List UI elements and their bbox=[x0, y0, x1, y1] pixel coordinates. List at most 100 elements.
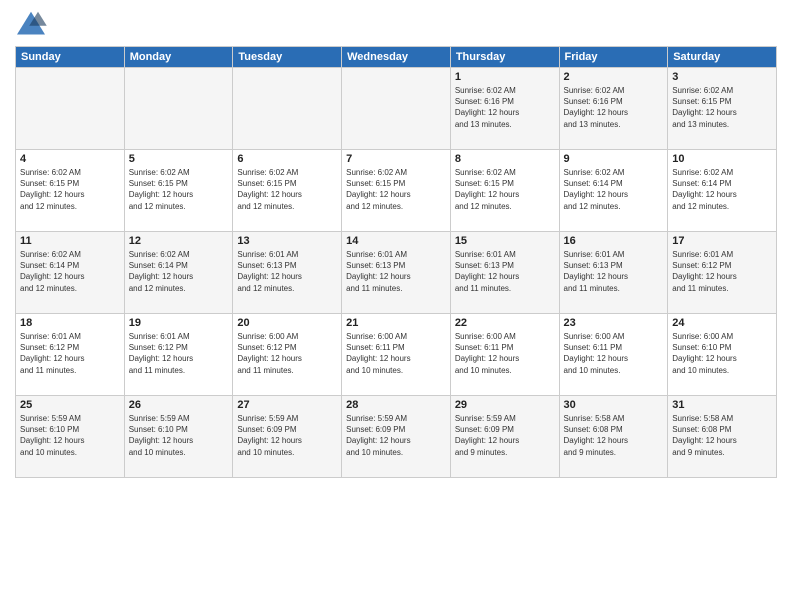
week-row-4: 25 Sunrise: 5:59 AM Sunset: 6:10 PM Dayli… bbox=[16, 396, 777, 478]
day-info: Sunrise: 6:02 AM Sunset: 6:15 PM Dayligh… bbox=[672, 85, 772, 130]
week-row-0: 1 Sunrise: 6:02 AM Sunset: 6:16 PM Daylig… bbox=[16, 68, 777, 150]
day-info: Sunrise: 5:59 AM Sunset: 6:09 PM Dayligh… bbox=[237, 413, 337, 458]
day-number: 28 bbox=[346, 399, 446, 411]
calendar-cell: 15 Sunrise: 6:01 AM Sunset: 6:13 PM Dayli… bbox=[450, 232, 559, 314]
day-info: Sunrise: 6:00 AM Sunset: 6:11 PM Dayligh… bbox=[346, 331, 446, 376]
calendar-cell: 29 Sunrise: 5:59 AM Sunset: 6:09 PM Dayli… bbox=[450, 396, 559, 478]
day-header-saturday: Saturday bbox=[668, 47, 777, 68]
calendar-cell: 26 Sunrise: 5:59 AM Sunset: 6:10 PM Dayli… bbox=[124, 396, 233, 478]
day-info: Sunrise: 6:00 AM Sunset: 6:11 PM Dayligh… bbox=[455, 331, 555, 376]
week-row-3: 18 Sunrise: 6:01 AM Sunset: 6:12 PM Dayli… bbox=[16, 314, 777, 396]
day-number: 22 bbox=[455, 317, 555, 329]
day-info: Sunrise: 6:01 AM Sunset: 6:13 PM Dayligh… bbox=[564, 249, 664, 294]
day-info: Sunrise: 6:01 AM Sunset: 6:12 PM Dayligh… bbox=[20, 331, 120, 376]
calendar-cell: 8 Sunrise: 6:02 AM Sunset: 6:15 PM Daylig… bbox=[450, 150, 559, 232]
day-number: 23 bbox=[564, 317, 664, 329]
day-header-wednesday: Wednesday bbox=[342, 47, 451, 68]
day-info: Sunrise: 6:02 AM Sunset: 6:14 PM Dayligh… bbox=[129, 249, 229, 294]
calendar-cell: 31Sunrise: 5:58 AM Sunset: 6:08 PM Dayli… bbox=[668, 396, 777, 478]
day-number: 10 bbox=[672, 153, 772, 165]
calendar-cell: 27 Sunrise: 5:59 AM Sunset: 6:09 PM Dayli… bbox=[233, 396, 342, 478]
day-number: 6 bbox=[237, 153, 337, 165]
calendar-cell: 30 Sunrise: 5:58 AM Sunset: 6:08 PM Dayli… bbox=[559, 396, 668, 478]
day-number: 15 bbox=[455, 235, 555, 247]
calendar-cell: 21 Sunrise: 6:00 AM Sunset: 6:11 PM Dayli… bbox=[342, 314, 451, 396]
calendar-cell: 24Sunrise: 6:00 AM Sunset: 6:10 PM Dayli… bbox=[668, 314, 777, 396]
calendar-cell: 25 Sunrise: 5:59 AM Sunset: 6:10 PM Dayli… bbox=[16, 396, 125, 478]
day-info: Sunrise: 6:02 AM Sunset: 6:14 PM Dayligh… bbox=[564, 167, 664, 212]
day-info: Sunrise: 6:02 AM Sunset: 6:16 PM Dayligh… bbox=[455, 85, 555, 130]
day-info: Sunrise: 6:01 AM Sunset: 6:13 PM Dayligh… bbox=[455, 249, 555, 294]
day-number: 18 bbox=[20, 317, 120, 329]
day-info: Sunrise: 6:02 AM Sunset: 6:15 PM Dayligh… bbox=[237, 167, 337, 212]
day-number: 8 bbox=[455, 153, 555, 165]
day-info: Sunrise: 5:59 AM Sunset: 6:09 PM Dayligh… bbox=[455, 413, 555, 458]
day-number: 2 bbox=[564, 71, 664, 83]
day-info: Sunrise: 6:01 AM Sunset: 6:12 PM Dayligh… bbox=[672, 249, 772, 294]
calendar-cell: 7 Sunrise: 6:02 AM Sunset: 6:15 PM Daylig… bbox=[342, 150, 451, 232]
day-info: Sunrise: 6:01 AM Sunset: 6:12 PM Dayligh… bbox=[129, 331, 229, 376]
page: SundayMondayTuesdayWednesdayThursdayFrid… bbox=[0, 0, 792, 488]
day-number: 24 bbox=[672, 317, 772, 329]
calendar-cell: 12 Sunrise: 6:02 AM Sunset: 6:14 PM Dayli… bbox=[124, 232, 233, 314]
calendar-cell: 2Sunrise: 6:02 AM Sunset: 6:16 PM Daylig… bbox=[559, 68, 668, 150]
day-info: Sunrise: 5:59 AM Sunset: 6:10 PM Dayligh… bbox=[20, 413, 120, 458]
calendar-cell bbox=[124, 68, 233, 150]
day-info: Sunrise: 6:02 AM Sunset: 6:15 PM Dayligh… bbox=[455, 167, 555, 212]
calendar-cell: 9 Sunrise: 6:02 AM Sunset: 6:14 PM Daylig… bbox=[559, 150, 668, 232]
calendar-cell: 22 Sunrise: 6:00 AM Sunset: 6:11 PM Dayli… bbox=[450, 314, 559, 396]
calendar-cell: 6 Sunrise: 6:02 AM Sunset: 6:15 PM Daylig… bbox=[233, 150, 342, 232]
day-number: 5 bbox=[129, 153, 229, 165]
day-number: 31 bbox=[672, 399, 772, 411]
header-row: SundayMondayTuesdayWednesdayThursdayFrid… bbox=[16, 47, 777, 68]
day-number: 9 bbox=[564, 153, 664, 165]
day-header-friday: Friday bbox=[559, 47, 668, 68]
calendar-cell: 16 Sunrise: 6:01 AM Sunset: 6:13 PM Dayli… bbox=[559, 232, 668, 314]
day-number: 1 bbox=[455, 71, 555, 83]
calendar-cell: 20 Sunrise: 6:00 AM Sunset: 6:12 PM Dayli… bbox=[233, 314, 342, 396]
day-info: Sunrise: 6:02 AM Sunset: 6:14 PM Dayligh… bbox=[672, 167, 772, 212]
week-row-1: 4Sunrise: 6:02 AM Sunset: 6:15 PM Daylig… bbox=[16, 150, 777, 232]
day-number: 12 bbox=[129, 235, 229, 247]
day-number: 21 bbox=[346, 317, 446, 329]
day-info: Sunrise: 5:58 AM Sunset: 6:08 PM Dayligh… bbox=[564, 413, 664, 458]
day-info: Sunrise: 6:02 AM Sunset: 6:14 PM Dayligh… bbox=[20, 249, 120, 294]
calendar-cell: 14Sunrise: 6:01 AM Sunset: 6:13 PM Dayli… bbox=[342, 232, 451, 314]
day-header-tuesday: Tuesday bbox=[233, 47, 342, 68]
calendar-cell: 10 Sunrise: 6:02 AM Sunset: 6:14 PM Dayli… bbox=[668, 150, 777, 232]
day-header-sunday: Sunday bbox=[16, 47, 125, 68]
day-info: Sunrise: 6:01 AM Sunset: 6:13 PM Dayligh… bbox=[237, 249, 337, 294]
day-number: 26 bbox=[129, 399, 229, 411]
day-number: 20 bbox=[237, 317, 337, 329]
week-row-2: 11 Sunrise: 6:02 AM Sunset: 6:14 PM Dayli… bbox=[16, 232, 777, 314]
day-number: 16 bbox=[564, 235, 664, 247]
calendar-table: SundayMondayTuesdayWednesdayThursdayFrid… bbox=[15, 46, 777, 478]
logo bbox=[15, 10, 51, 38]
day-number: 13 bbox=[237, 235, 337, 247]
day-number: 30 bbox=[564, 399, 664, 411]
calendar-cell bbox=[233, 68, 342, 150]
calendar-cell: 23Sunrise: 6:00 AM Sunset: 6:11 PM Dayli… bbox=[559, 314, 668, 396]
calendar-cell bbox=[16, 68, 125, 150]
day-number: 17 bbox=[672, 235, 772, 247]
day-number: 14 bbox=[346, 235, 446, 247]
day-info: Sunrise: 6:00 AM Sunset: 6:12 PM Dayligh… bbox=[237, 331, 337, 376]
day-number: 29 bbox=[455, 399, 555, 411]
calendar-cell: 4Sunrise: 6:02 AM Sunset: 6:15 PM Daylig… bbox=[16, 150, 125, 232]
day-header-monday: Monday bbox=[124, 47, 233, 68]
day-number: 27 bbox=[237, 399, 337, 411]
day-info: Sunrise: 5:59 AM Sunset: 6:10 PM Dayligh… bbox=[129, 413, 229, 458]
calendar-cell: 5 Sunrise: 6:02 AM Sunset: 6:15 PM Daylig… bbox=[124, 150, 233, 232]
calendar-cell: 13 Sunrise: 6:01 AM Sunset: 6:13 PM Dayli… bbox=[233, 232, 342, 314]
day-info: Sunrise: 6:02 AM Sunset: 6:15 PM Dayligh… bbox=[129, 167, 229, 212]
calendar-cell: 3 Sunrise: 6:02 AM Sunset: 6:15 PM Daylig… bbox=[668, 68, 777, 150]
day-info: Sunrise: 6:02 AM Sunset: 6:15 PM Dayligh… bbox=[346, 167, 446, 212]
calendar-cell: 19Sunrise: 6:01 AM Sunset: 6:12 PM Dayli… bbox=[124, 314, 233, 396]
calendar-cell: 11 Sunrise: 6:02 AM Sunset: 6:14 PM Dayli… bbox=[16, 232, 125, 314]
day-number: 11 bbox=[20, 235, 120, 247]
day-header-thursday: Thursday bbox=[450, 47, 559, 68]
day-number: 7 bbox=[346, 153, 446, 165]
day-number: 3 bbox=[672, 71, 772, 83]
calendar-cell: 18 Sunrise: 6:01 AM Sunset: 6:12 PM Dayli… bbox=[16, 314, 125, 396]
day-number: 25 bbox=[20, 399, 120, 411]
